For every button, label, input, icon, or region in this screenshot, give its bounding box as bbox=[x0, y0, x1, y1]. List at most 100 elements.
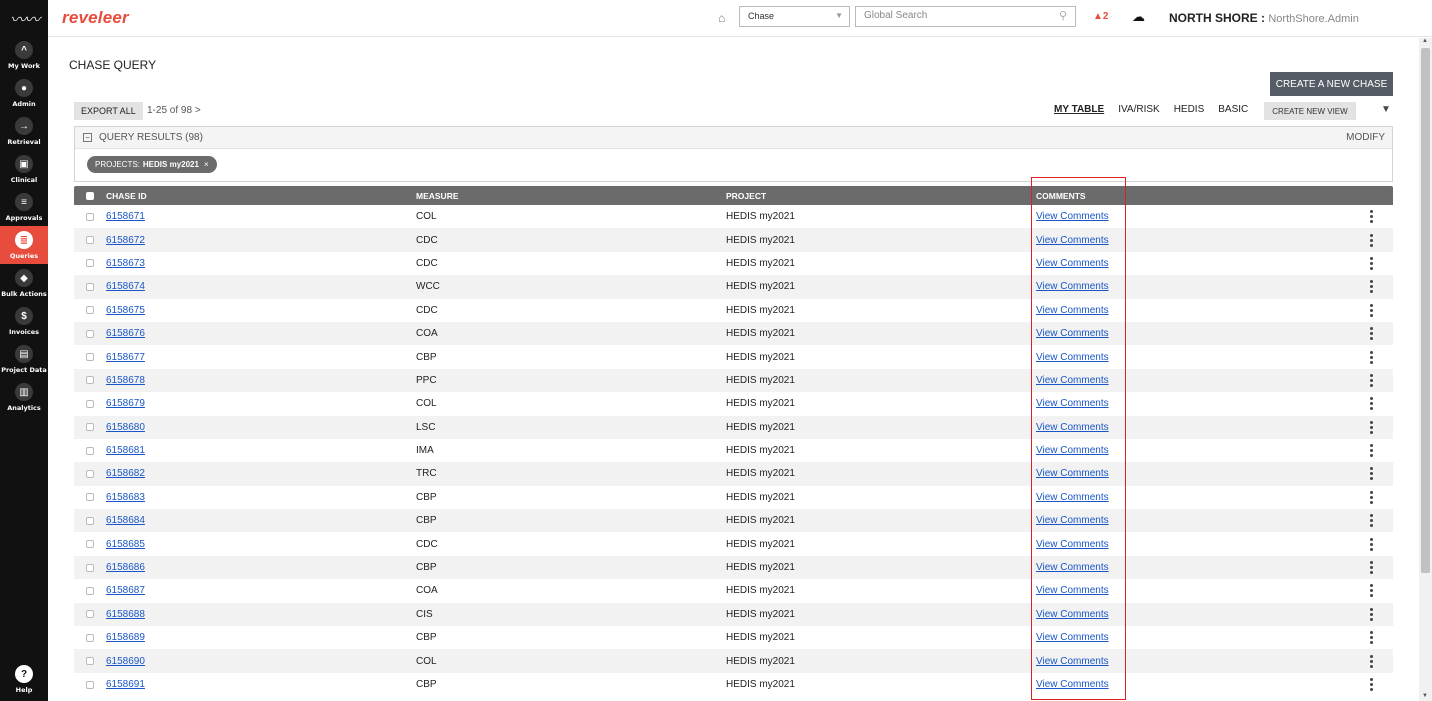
more-options-icon[interactable] bbox=[1370, 444, 1373, 458]
view-tab-basic[interactable]: BASIC bbox=[1218, 104, 1248, 115]
more-options-icon[interactable] bbox=[1370, 561, 1373, 575]
row-checkbox[interactable] bbox=[86, 329, 94, 338]
nav-item-project-data[interactable]: ▤ Project Data bbox=[0, 340, 48, 378]
app-logo-icon[interactable]: 〰〰 bbox=[0, 0, 48, 36]
row-checkbox[interactable] bbox=[86, 610, 94, 619]
nav-item-invoices[interactable]: $ Invoices bbox=[0, 302, 48, 340]
more-options-icon[interactable] bbox=[1370, 280, 1373, 294]
more-options-icon[interactable] bbox=[1370, 537, 1373, 551]
row-checkbox[interactable] bbox=[86, 259, 94, 268]
chase-id-link[interactable]: 6158673 bbox=[106, 258, 145, 269]
more-options-icon[interactable] bbox=[1370, 514, 1373, 528]
chase-id-link[interactable]: 6158679 bbox=[106, 398, 145, 409]
row-checkbox[interactable] bbox=[86, 633, 94, 642]
chase-id-link[interactable]: 6158690 bbox=[106, 656, 145, 667]
view-tab-my-table[interactable]: MY TABLE bbox=[1054, 104, 1104, 115]
filter-icon[interactable]: ▼ bbox=[1381, 104, 1391, 115]
more-options-icon[interactable] bbox=[1370, 373, 1373, 387]
view-tab-hedis[interactable]: HEDIS bbox=[1174, 104, 1205, 115]
row-checkbox[interactable] bbox=[86, 563, 94, 572]
more-options-icon[interactable] bbox=[1370, 350, 1373, 364]
chase-id-link[interactable]: 6158689 bbox=[106, 632, 145, 643]
entity-type-select[interactable]: Chase ▼ bbox=[739, 6, 850, 27]
chase-id-link[interactable]: 6158685 bbox=[106, 539, 145, 550]
org-user-menu[interactable]: NORTH SHORE : NorthShore.Admin bbox=[1169, 11, 1359, 25]
more-options-icon[interactable] bbox=[1370, 631, 1373, 645]
chase-id-link[interactable]: 6158687 bbox=[106, 585, 145, 596]
more-options-icon[interactable] bbox=[1370, 327, 1373, 341]
chase-id-link[interactable]: 6158680 bbox=[106, 422, 145, 433]
more-options-icon[interactable] bbox=[1370, 256, 1373, 270]
chase-id-link[interactable]: 6158681 bbox=[106, 445, 145, 456]
chase-id-link[interactable]: 6158674 bbox=[106, 281, 145, 292]
row-checkbox[interactable] bbox=[86, 236, 94, 245]
chase-id-link[interactable]: 6158671 bbox=[106, 211, 145, 222]
collapse-icon[interactable]: − bbox=[83, 133, 92, 142]
more-options-icon[interactable] bbox=[1370, 467, 1373, 481]
nav-item-admin[interactable]: ● Admin bbox=[0, 74, 48, 112]
chase-id-link[interactable]: 6158672 bbox=[106, 235, 145, 246]
more-options-icon[interactable] bbox=[1370, 607, 1373, 621]
chase-id-link[interactable]: 6158684 bbox=[106, 515, 145, 526]
filter-chip-projects[interactable]: PROJECTS: HEDIS my2021 × bbox=[87, 156, 217, 173]
modify-link[interactable]: MODIFY bbox=[1346, 132, 1385, 143]
nav-item-analytics[interactable]: ▥ Analytics bbox=[0, 378, 48, 416]
query-results-header[interactable]: − QUERY RESULTS (98) MODIFY bbox=[75, 127, 1392, 149]
column-header-measure[interactable]: MEASURE bbox=[416, 191, 726, 201]
more-options-icon[interactable] bbox=[1370, 654, 1373, 668]
chase-id-link[interactable]: 6158688 bbox=[106, 609, 145, 620]
row-checkbox[interactable] bbox=[86, 540, 94, 549]
nav-item-my-work[interactable]: ^ My Work bbox=[0, 36, 48, 74]
nav-item-help[interactable]: ? Help bbox=[0, 665, 48, 695]
row-checkbox[interactable] bbox=[86, 469, 94, 478]
row-checkbox[interactable] bbox=[86, 423, 94, 432]
vertical-scrollbar[interactable]: ▲ ▼ bbox=[1419, 38, 1432, 701]
more-options-icon[interactable] bbox=[1370, 397, 1373, 411]
select-all-checkbox[interactable] bbox=[86, 191, 94, 200]
scrollbar-thumb[interactable] bbox=[1421, 48, 1430, 573]
column-header-chase-id[interactable]: CHASE ID bbox=[106, 191, 416, 201]
row-checkbox[interactable] bbox=[86, 212, 94, 221]
more-options-icon[interactable] bbox=[1370, 210, 1373, 224]
create-chase-button[interactable]: CREATE A NEW CHASE bbox=[1270, 72, 1393, 96]
nav-item-retrieval[interactable]: → Retrieval bbox=[0, 112, 48, 150]
chase-id-link[interactable]: 6158682 bbox=[106, 468, 145, 479]
chase-id-link[interactable]: 6158691 bbox=[106, 679, 145, 690]
row-checkbox[interactable] bbox=[86, 493, 94, 502]
row-checkbox[interactable] bbox=[86, 282, 94, 291]
create-new-view-button[interactable]: CREATE NEW VIEW bbox=[1264, 102, 1356, 120]
more-options-icon[interactable] bbox=[1370, 420, 1373, 434]
brand-logo[interactable]: reveleer bbox=[62, 8, 129, 28]
row-checkbox[interactable] bbox=[86, 680, 94, 689]
chase-id-link[interactable]: 6158683 bbox=[106, 492, 145, 503]
close-icon[interactable]: × bbox=[204, 160, 209, 169]
nav-item-queries[interactable]: ≣ Queries bbox=[0, 226, 48, 264]
global-search-input[interactable]: Global Search ⚲ bbox=[855, 6, 1076, 27]
pagination[interactable]: 1-25 of 98 > bbox=[147, 105, 201, 116]
column-header-project[interactable]: PROJECT bbox=[726, 191, 1036, 201]
row-checkbox[interactable] bbox=[86, 399, 94, 408]
nav-item-clinical[interactable]: ▣ Clinical bbox=[0, 150, 48, 188]
search-icon[interactable]: ⚲ bbox=[1059, 9, 1067, 22]
more-options-icon[interactable] bbox=[1370, 233, 1373, 247]
row-checkbox[interactable] bbox=[86, 586, 94, 595]
more-options-icon[interactable] bbox=[1370, 678, 1373, 691]
row-checkbox[interactable] bbox=[86, 376, 94, 385]
more-options-icon[interactable] bbox=[1370, 303, 1373, 317]
notification-bell-icon[interactable]: ▲2 bbox=[1093, 11, 1108, 22]
cloud-icon[interactable]: ☁ bbox=[1132, 9, 1145, 25]
row-checkbox[interactable] bbox=[86, 657, 94, 666]
chase-id-link[interactable]: 6158686 bbox=[106, 562, 145, 573]
chase-id-link[interactable]: 6158675 bbox=[106, 305, 145, 316]
row-checkbox[interactable] bbox=[86, 516, 94, 525]
more-options-icon[interactable] bbox=[1370, 584, 1373, 598]
nav-item-bulk-actions[interactable]: ◆ Bulk Actions bbox=[0, 264, 48, 302]
chase-id-link[interactable]: 6158677 bbox=[106, 352, 145, 363]
row-checkbox[interactable] bbox=[86, 306, 94, 315]
view-tab-iva-risk[interactable]: IVA/RISK bbox=[1118, 104, 1160, 115]
more-options-icon[interactable] bbox=[1370, 490, 1373, 504]
chase-id-link[interactable]: 6158676 bbox=[106, 328, 145, 339]
scroll-up-icon[interactable]: ▲ bbox=[1422, 38, 1428, 44]
scroll-down-icon[interactable]: ▼ bbox=[1422, 693, 1428, 699]
nav-item-approvals[interactable]: ≡ Approvals bbox=[0, 188, 48, 226]
